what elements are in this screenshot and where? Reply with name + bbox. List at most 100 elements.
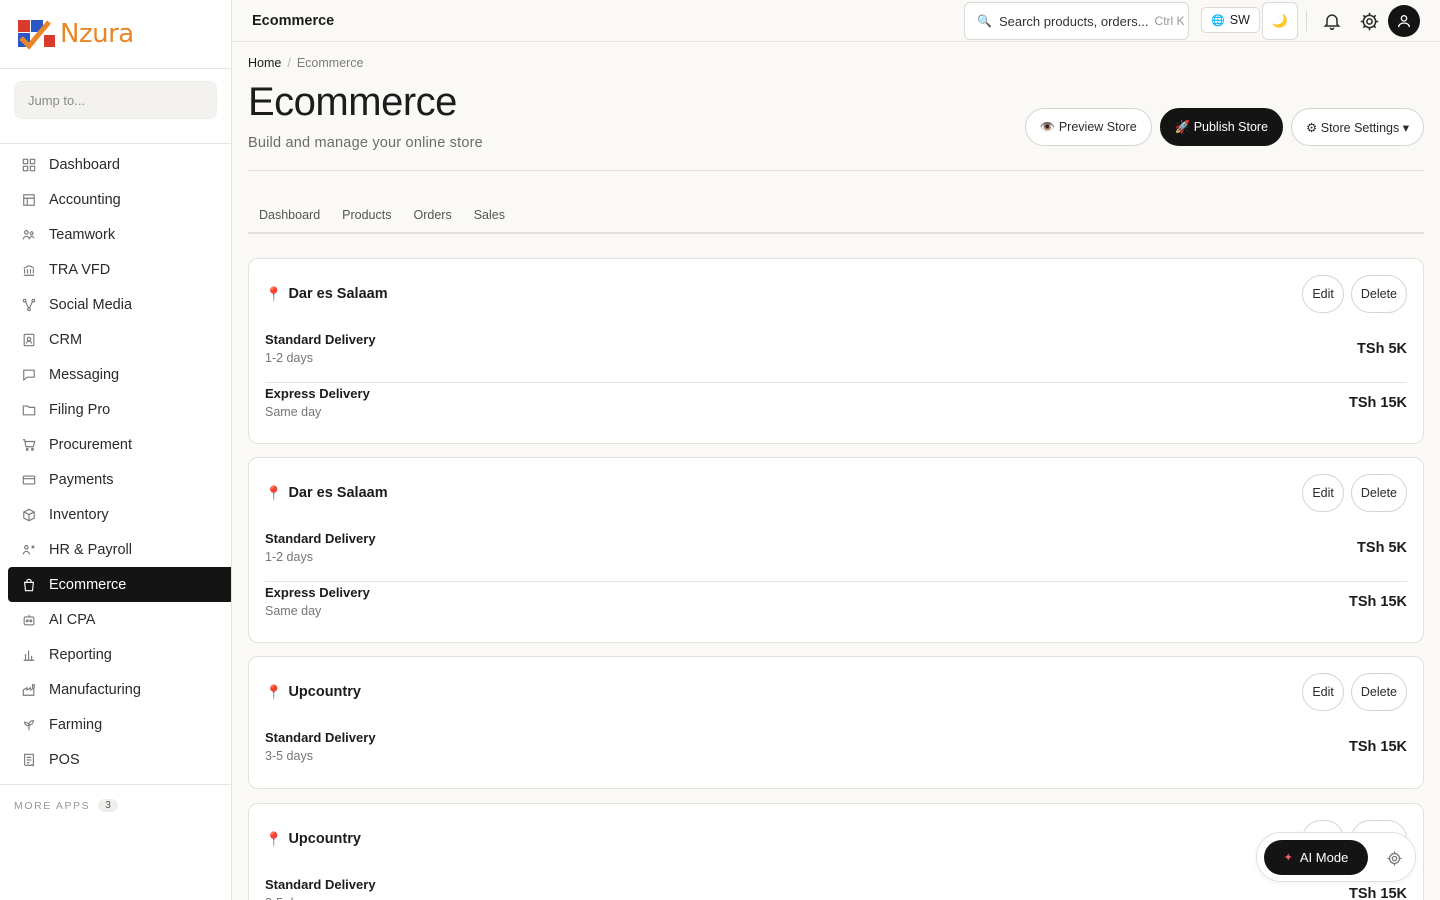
rate-price: TSh 15K [1348,594,1407,610]
edit-zone-button[interactable]: Edit [1302,275,1344,313]
sidebar-item-label: Reporting [49,646,112,663]
sidebar-item-label: Manufacturing [49,681,141,698]
sidebar-item-ecommerce[interactable]: Ecommerce [8,567,231,602]
topbar-title: Ecommerce [252,12,335,29]
user-icon [1398,15,1410,28]
rate-delivery-time: Same day [265,405,322,419]
zone-name: Upcountry [288,684,361,700]
search-placeholder: Search products, orders... [998,13,1149,29]
sidebar-item-label: CRM [49,331,83,348]
tab-sales[interactable]: Sales [463,197,516,232]
more-apps[interactable]: MORE APPS 3 [0,784,231,826]
sidebar-item-farming[interactable]: Farming [8,707,231,742]
pin-icon: 📍 [265,484,283,501]
logo-mark-icon [17,18,57,50]
edit-zone-button[interactable]: Edit [1302,673,1344,711]
edit-zone-button[interactable]: Edit [1302,474,1344,512]
bank-icon [21,262,37,278]
pin-icon: 📍 [265,285,283,302]
sidebar-item-pos[interactable]: POS [8,742,231,777]
header-divider [248,170,1424,171]
sidebar-item-procurement[interactable]: Procurement [8,427,231,462]
delete-zone-button[interactable]: Delete [1350,474,1407,512]
rate-price: TSh 15K [1348,886,1407,900]
shipping-zone-card: 📍UpcountryEditDeleteStandard Delivery3-5… [248,656,1424,789]
publish-store-button[interactable]: 🚀 Publish Store [1159,108,1284,146]
sidebar-item-manufacturing[interactable]: Manufacturing [8,672,231,707]
sidebar-item-tra-vfd[interactable]: TRA VFD [8,252,231,287]
sidebar-item-teamwork[interactable]: Teamwork [8,217,231,252]
bag-icon [21,577,37,593]
people-icon [21,542,37,558]
sidebar-item-label: AI CPA [49,611,96,628]
tab-orders[interactable]: Orders [403,197,463,232]
rate-delivery-time: 1-2 days [265,351,313,365]
sidebar-item-inventory[interactable]: Inventory [8,497,231,532]
notifications-button[interactable] [1321,10,1343,32]
language-button[interactable]: 🌐 SW [1201,7,1260,33]
sidebar-item-messaging[interactable]: Messaging [8,357,231,392]
language-label: SW [1229,13,1250,27]
search-icon: 🔍 [977,14,992,28]
shipping-rate-row: Standard Delivery 3-5 days TSh 15K [265,874,1407,900]
sidebar-item-crm[interactable]: CRM [8,322,231,357]
breadcrumb-current: Ecommerce [296,56,364,70]
rate-name: Standard Delivery [265,531,376,546]
preview-store-button[interactable]: 👁️ Preview Store [1024,108,1152,146]
more-apps-count: 3 [98,799,118,812]
sidebar-item-label: Ecommerce [49,576,127,593]
ai-mode-button[interactable]: ✦ AI Mode [1264,840,1368,875]
sidebar-item-payments[interactable]: Payments [8,462,231,497]
sidebar-item-label: Filing Pro [49,401,111,418]
pin-icon: 📍 [265,683,283,700]
avatar[interactable] [1388,5,1420,37]
delete-zone-button[interactable]: Delete [1350,275,1407,313]
box-icon [21,507,37,523]
logo[interactable]: Nzura [0,0,231,69]
tab-products[interactable]: Products [331,197,402,232]
rate-name: Standard Delivery [265,332,376,347]
sidebar-item-ai-cpa[interactable]: AI CPA [8,602,231,637]
topbar: Ecommerce 🔍 Search products, orders... C… [232,0,1440,42]
sidebar-item-label: HR & Payroll [49,541,132,558]
shipping-rate-row: Standard Delivery 1-2 days TSh 5K [265,329,1407,382]
zone-header: 📍 Dar es Salaam Edit Delete [249,259,1423,329]
shipping-zone-card: 📍 Dar es Salaam Edit Delete Standard Deliver… [248,258,1424,444]
search-input[interactable]: 🔍 Search products, orders... Ctrl K [964,2,1189,40]
sidebar-item-reporting[interactable]: Reporting [8,637,231,672]
rate-delivery-time: 1-2 days [265,550,313,564]
sidebar-item-filing-pro[interactable]: Filing Pro [8,392,231,427]
folder-icon [21,402,37,418]
shipping-zone-card: 📍UpcountryEditDeleteStandard Delivery3-5… [248,803,1424,900]
shipping-zone-card: 📍 Dar es Salaam Edit Delete Standard Deliver… [248,457,1424,643]
zone-name: Dar es Salaam [288,485,388,501]
pin-icon: 📍 [265,830,283,847]
zone-actions: EditDelete [1302,673,1407,711]
rate-name: Express Delivery [265,585,370,600]
delete-zone-button[interactable]: Delete [1350,673,1407,711]
sidebar-item-label: POS [49,751,80,768]
sidebar-item-label: Social Media [49,296,133,313]
store-settings-button[interactable]: ⚙ Store Settings ▾ [1291,108,1424,146]
tab-dashboard[interactable]: Dashboard [248,197,331,232]
sidebar-item-dashboard[interactable]: Dashboard [8,147,231,182]
sidebar-item-label: Teamwork [49,226,116,243]
jump-to-input[interactable]: Jump to... [14,81,217,119]
ai-settings-button[interactable] [1384,848,1404,868]
rate-price: TSh 15K [1348,395,1407,411]
plant-icon [21,717,37,733]
rate-delivery-time: 3-5 days [265,896,313,900]
settings-button[interactable] [1358,10,1380,32]
zone-actions: EditDelete [1302,275,1407,313]
breadcrumb-home[interactable]: Home [248,56,281,70]
sidebar-item-label: Accounting [49,191,121,208]
sidebar-item-accounting[interactable]: Accounting [8,182,231,217]
team-icon [21,227,37,243]
ledger-icon [21,192,37,208]
sidebar-nav: Dashboard Accounting Teamwork TRA VFD Social… [0,144,231,777]
theme-toggle-button[interactable]: 🌙 [1262,2,1298,40]
shipping-rate-row: Express Delivery Same day TSh 15K [265,382,1407,435]
sidebar-item-social-media[interactable]: Social Media [8,287,231,322]
sidebar-item-hr-payroll[interactable]: HR & Payroll [8,532,231,567]
shipping-rate-row: Express Delivery Same day TSh 15K [265,581,1407,634]
